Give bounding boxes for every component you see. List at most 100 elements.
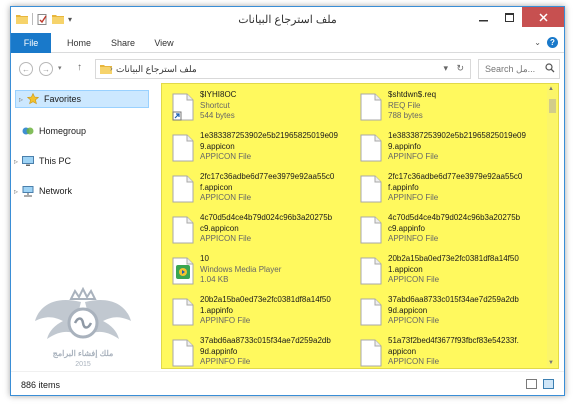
nav-item-homegroup[interactable]: Homegroup xyxy=(11,122,86,140)
file-item[interactable]: 37abd6aa8733c015f34ae7d259a2db 9d.appinfo… xyxy=(166,334,348,368)
minimize-button[interactable] xyxy=(470,7,496,27)
file-name: 4c70d5d4ce4b79d024c96b3a20275b xyxy=(200,213,333,222)
logo-text: ملك إفشاء البرامج xyxy=(52,349,114,358)
file-name-continued: f.appinfo xyxy=(388,182,419,192)
search-input[interactable]: Search مل... xyxy=(485,64,535,75)
file-item[interactable]: 1e383387253902e5b21965825019e09 9.appinfo… xyxy=(354,129,536,169)
nav-item-this-pc[interactable]: ▹ This PC xyxy=(11,152,71,170)
scroll-up-icon[interactable]: ▲ xyxy=(548,86,554,92)
file-name: 20b2a15ba0ed73e2fc0381df8a14f50 xyxy=(388,254,519,263)
expand-caret-icon[interactable]: ▹ xyxy=(11,157,21,166)
vertical-scrollbar[interactable]: ▲ ▼ xyxy=(547,85,557,367)
file-type: Windows Media Player xyxy=(200,264,282,274)
file-item-text: 1e383387253902e5b21965825019e09 9.appicon… xyxy=(200,131,350,163)
file-item[interactable]: 20b2a15ba0ed73e2fc0381df8a14f50 1.appinfo… xyxy=(166,293,348,333)
file-item-text: $shtdwn$.req REQ File 788 bytes xyxy=(388,90,538,122)
ribbon-tabs: File Home Share View ⌄ ? xyxy=(11,33,564,53)
nav-item-label: Homegroup xyxy=(39,126,87,136)
file-item[interactable]: 4c70d5d4ce4b79d024c96b3a20275b c9.appinfo… xyxy=(354,211,536,251)
file-name: 20b2a15ba0ed73e2fc0381df8a14f50 xyxy=(200,295,331,304)
window-controls xyxy=(470,7,564,27)
forward-button[interactable]: → xyxy=(39,62,53,76)
appinfo-file-icon xyxy=(172,339,194,367)
tab-view[interactable]: View xyxy=(147,33,181,53)
appicon-file-icon xyxy=(172,134,194,162)
file-item[interactable]: 37abd6aa8733c015f34ae7d259a2db 9d.appicon… xyxy=(354,293,536,333)
file-type: APPICON File xyxy=(200,152,252,161)
explorer-window: ▾ ملف استرجاع البيانات File Home Share V… xyxy=(10,6,565,396)
back-arrow-icon: ← xyxy=(22,64,30,74)
file-item[interactable]: 51a73f2bed4f3677f93fbcf83e54233f. appicon… xyxy=(354,334,536,368)
scrollbar-thumb[interactable] xyxy=(549,99,556,113)
ribbon-controls: ⌄ ? xyxy=(534,37,558,48)
file-name: 2fc17c36adbe6d77ee3979e92aa55c0 xyxy=(388,172,523,181)
file-type: APPINFO File xyxy=(200,316,251,325)
file-name: 4c70d5d4ce4b79d024c96b3a20275b xyxy=(388,213,521,222)
refresh-icon[interactable]: ↻ xyxy=(456,63,464,74)
file-item[interactable]: 2fc17c36adbe6d77ee3979e92aa55c0 f.appicon… xyxy=(166,170,348,210)
scroll-down-icon[interactable]: ▼ xyxy=(548,360,554,366)
maximize-button[interactable] xyxy=(496,7,522,27)
file-name-continued: 9.appinfo xyxy=(388,141,421,151)
file-type: APPINFO File xyxy=(388,234,439,243)
file-size: 1.04 KB xyxy=(200,275,229,284)
file-name: 10 xyxy=(200,254,209,263)
nav-item-label: Network xyxy=(39,186,73,196)
file-item[interactable]: 4c70d5d4ce4b79d024c96b3a20275b c9.appicon… xyxy=(166,211,348,251)
file-type: Shortcut xyxy=(200,100,230,110)
file-name: 37abd6aa8733c015f34ae7d259a2db xyxy=(388,295,519,304)
file-name: 51a73f2bed4f3677f93fbcf83e54233f. xyxy=(388,336,519,345)
view-switcher xyxy=(526,379,554,389)
appicon-file-icon xyxy=(360,339,382,367)
file-name: $IYHI8OC xyxy=(200,90,237,99)
recent-locations-icon[interactable]: ▾ xyxy=(58,64,62,72)
file-item[interactable]: $IYHI8OC Shortcut 544 bytes xyxy=(166,88,348,128)
star-icon xyxy=(26,93,40,105)
address-dropdown-icon[interactable]: ▾ xyxy=(443,63,448,74)
homegroup-icon xyxy=(21,125,35,137)
logo-year: 2015 xyxy=(75,361,91,368)
nav-item-label: This PC xyxy=(39,156,72,166)
file-item[interactable]: 1e383387253902e5b21965825019e09 9.appicon… xyxy=(166,129,348,169)
tab-home[interactable]: Home xyxy=(59,33,99,53)
tab-share[interactable]: Share xyxy=(103,33,143,53)
appinfo-file-icon xyxy=(360,134,382,162)
file-type: APPINFO File xyxy=(388,193,439,202)
file-type: APPICON File xyxy=(200,234,252,243)
file-item[interactable]: $shtdwn$.req REQ File 788 bytes xyxy=(354,88,536,128)
address-bar[interactable]: › ملف استرجاع البيانات ▾ ↻ xyxy=(95,59,471,79)
tiles-view-icon[interactable] xyxy=(543,379,554,389)
close-button[interactable] xyxy=(522,7,564,27)
file-size: 544 bytes xyxy=(200,111,235,120)
req-file-icon xyxy=(360,93,382,121)
file-type: APPICON File xyxy=(388,316,440,325)
status-bar: 886 items xyxy=(11,371,564,395)
search-box[interactable]: Search مل... xyxy=(478,59,560,79)
file-type: APPINFO File xyxy=(200,357,251,366)
breadcrumb[interactable]: ملف استرجاع البيانات xyxy=(116,64,197,75)
help-icon[interactable]: ? xyxy=(547,37,558,48)
address-row: ← → ▾ ↑ › ملف استرجاع البيانات ▾ ↻ Searc… xyxy=(11,54,564,84)
back-button[interactable]: ← xyxy=(19,62,33,76)
expand-ribbon-icon[interactable]: ⌄ xyxy=(534,38,541,47)
file-item-text: 20b2a15ba0ed73e2fc0381df8a14f50 1.appinfo… xyxy=(200,295,350,327)
details-view-icon[interactable] xyxy=(526,379,537,389)
nav-item-label: Favorites xyxy=(44,94,82,104)
minimize-icon xyxy=(478,19,488,21)
breadcrumb-separator-icon: › xyxy=(110,64,113,73)
network-icon xyxy=(21,185,35,197)
nav-item-favorites[interactable]: ▹ Favorites xyxy=(15,90,149,108)
file-item[interactable]: 20b2a15ba0ed73e2fc0381df8a14f50 1.appicon… xyxy=(354,252,536,292)
title-bar: ▾ ملف استرجاع البيانات xyxy=(11,7,564,33)
tab-file[interactable]: File xyxy=(11,33,51,53)
file-name-continued: 9d.appinfo xyxy=(200,346,238,356)
nav-item-network[interactable]: ▹ Network xyxy=(11,182,72,200)
up-button[interactable]: ↑ xyxy=(77,62,82,73)
file-item[interactable]: 2fc17c36adbe6d77ee3979e92aa55c0 f.appinfo… xyxy=(354,170,536,210)
expand-caret-icon[interactable]: ▹ xyxy=(11,187,21,196)
forward-arrow-icon: → xyxy=(42,64,50,74)
file-item[interactable]: 10 Windows Media Player 1.04 KB xyxy=(166,252,348,292)
shortcut-file-icon xyxy=(172,93,194,121)
expand-caret-icon[interactable]: ▹ xyxy=(16,95,26,104)
media-player-file-icon xyxy=(172,257,194,285)
